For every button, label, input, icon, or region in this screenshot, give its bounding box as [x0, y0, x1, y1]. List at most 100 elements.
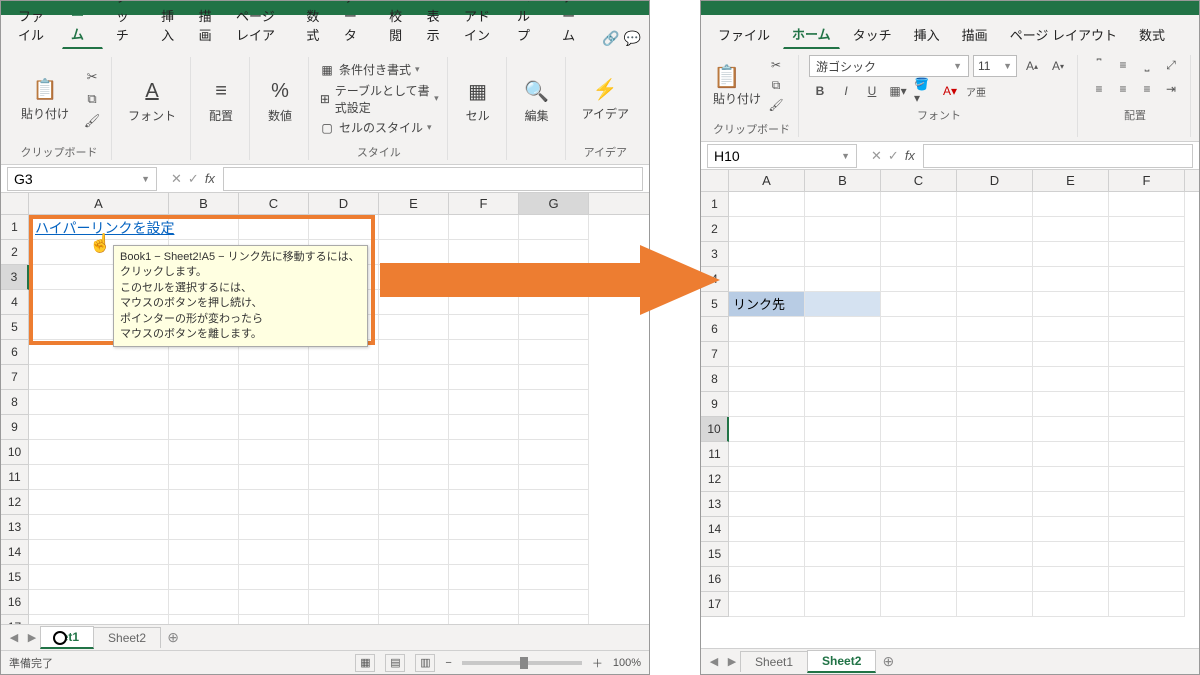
tab-file-r[interactable]: ファイル [709, 20, 779, 49]
view-pagelayout-icon[interactable]: ▤ [385, 654, 405, 672]
row-header-9[interactable]: 9 [1, 415, 29, 440]
cell-C9-r[interactable] [881, 392, 957, 417]
row-header-8-r[interactable]: 8 [701, 367, 729, 392]
column-header-A-r[interactable]: A [729, 170, 805, 191]
cell-A16-r[interactable] [729, 567, 805, 592]
cell-F2-r[interactable] [1109, 217, 1185, 242]
sheet-tab-sheet2-r[interactable]: Sheet2 [807, 650, 876, 673]
cell-F7[interactable] [449, 365, 519, 390]
tab-page-r[interactable]: ページ レイアウト [1001, 20, 1126, 49]
cell-D7[interactable] [309, 365, 379, 390]
row-header-10[interactable]: 10 [1, 440, 29, 465]
cell-D14[interactable] [309, 540, 379, 565]
cell-G11[interactable] [519, 465, 589, 490]
cell-D9[interactable] [309, 415, 379, 440]
font-color-button[interactable]: A▾ [939, 81, 961, 101]
cell-G13[interactable] [519, 515, 589, 540]
cell-F5-r[interactable] [1109, 292, 1185, 317]
cell-E6-r[interactable] [1033, 317, 1109, 342]
align-middle-icon[interactable]: ≡ [1112, 55, 1134, 75]
cell-F9[interactable] [449, 415, 519, 440]
cell-F13[interactable] [449, 515, 519, 540]
cell-D3-r[interactable] [957, 242, 1033, 267]
row-header-13[interactable]: 13 [1, 515, 29, 540]
cell-B7[interactable] [169, 365, 239, 390]
cell-D12-r[interactable] [957, 467, 1033, 492]
cell-A11-r[interactable] [729, 442, 805, 467]
cell-F4-r[interactable] [1109, 267, 1185, 292]
copy-icon[interactable]: ⧉ [81, 90, 103, 108]
formula-input-r[interactable] [923, 144, 1193, 168]
cell-E3-r[interactable] [1033, 242, 1109, 267]
row-header-15[interactable]: 15 [1, 565, 29, 590]
cell-E12-r[interactable] [1033, 467, 1109, 492]
cell-B10[interactable] [169, 440, 239, 465]
cell-G1[interactable] [519, 215, 589, 240]
row-header-17[interactable]: 17 [1, 615, 29, 624]
cell-C4-r[interactable] [881, 267, 957, 292]
row-header-5[interactable]: 5 [1, 315, 29, 340]
row-header-6-r[interactable]: 6 [701, 317, 729, 342]
tab-touch[interactable]: タッチ [107, 0, 148, 49]
cell-C17[interactable] [239, 615, 309, 624]
cell-A2-r[interactable] [729, 217, 805, 242]
cell-E12[interactable] [379, 490, 449, 515]
cell-D15-r[interactable] [957, 542, 1033, 567]
cell-B11-r[interactable] [805, 442, 881, 467]
cell-D9-r[interactable] [957, 392, 1033, 417]
cell-D13-r[interactable] [957, 492, 1033, 517]
cell-A4-r[interactable] [729, 267, 805, 292]
tab-data[interactable]: データ [335, 0, 376, 49]
cell-B15-r[interactable] [805, 542, 881, 567]
cell-B9[interactable] [169, 415, 239, 440]
row-header-4[interactable]: 4 [1, 290, 29, 315]
cell-D2-r[interactable] [957, 217, 1033, 242]
cell-E10-r[interactable] [1033, 417, 1109, 442]
cell-E8[interactable] [379, 390, 449, 415]
cell-F10[interactable] [449, 440, 519, 465]
cell-E16[interactable] [379, 590, 449, 615]
tab-page[interactable]: ページ レイア [227, 1, 293, 49]
name-box-r[interactable]: H10 ▼ [707, 144, 857, 168]
cell-A8[interactable] [29, 390, 169, 415]
cell-E7[interactable] [379, 365, 449, 390]
cell-A3-r[interactable] [729, 242, 805, 267]
column-header-E-r[interactable]: E [1033, 170, 1109, 191]
tab-nav-next[interactable]: ▶ [23, 631, 41, 644]
row-header-14[interactable]: 14 [1, 540, 29, 565]
conditional-format-button[interactable]: ▦ 条件付き書式 ▾ [319, 57, 439, 82]
cell-F12-r[interactable] [1109, 467, 1185, 492]
tab-insert[interactable]: 挿入 [152, 1, 185, 49]
cell-F11-r[interactable] [1109, 442, 1185, 467]
cell-B6-r[interactable] [805, 317, 881, 342]
zoom-percent[interactable]: 100% [613, 657, 641, 669]
cell-A1-r[interactable] [729, 192, 805, 217]
row-header-10-r[interactable]: 10 [701, 417, 729, 442]
copy-icon[interactable]: ⧉ [765, 75, 787, 95]
cell-F15[interactable] [449, 565, 519, 590]
comments-icon[interactable]: 💬 [624, 27, 641, 49]
cell-F3-r[interactable] [1109, 242, 1185, 267]
cell-D6-r[interactable] [957, 317, 1033, 342]
column-header-D[interactable]: D [309, 193, 379, 214]
cell-D1[interactable] [309, 215, 379, 240]
cell-C17-r[interactable] [881, 592, 957, 617]
tab-draw-r[interactable]: 描画 [953, 20, 997, 49]
cell-G14[interactable] [519, 540, 589, 565]
cell-D12[interactable] [309, 490, 379, 515]
cell-B14[interactable] [169, 540, 239, 565]
cell-C8[interactable] [239, 390, 309, 415]
cell-E4-r[interactable] [1033, 267, 1109, 292]
chevron-down-icon[interactable]: ▼ [141, 174, 150, 184]
cell-B12-r[interactable] [805, 467, 881, 492]
underline-button[interactable]: U [861, 81, 883, 101]
cell-A14[interactable] [29, 540, 169, 565]
cell-B9-r[interactable] [805, 392, 881, 417]
cell-B2-r[interactable] [805, 217, 881, 242]
cell-G10[interactable] [519, 440, 589, 465]
row-header-2[interactable]: 2 [1, 240, 29, 265]
cell-G6[interactable] [519, 340, 589, 365]
share-icon[interactable]: 🔗 [602, 27, 619, 49]
cell-F16-r[interactable] [1109, 567, 1185, 592]
cell-A16[interactable] [29, 590, 169, 615]
